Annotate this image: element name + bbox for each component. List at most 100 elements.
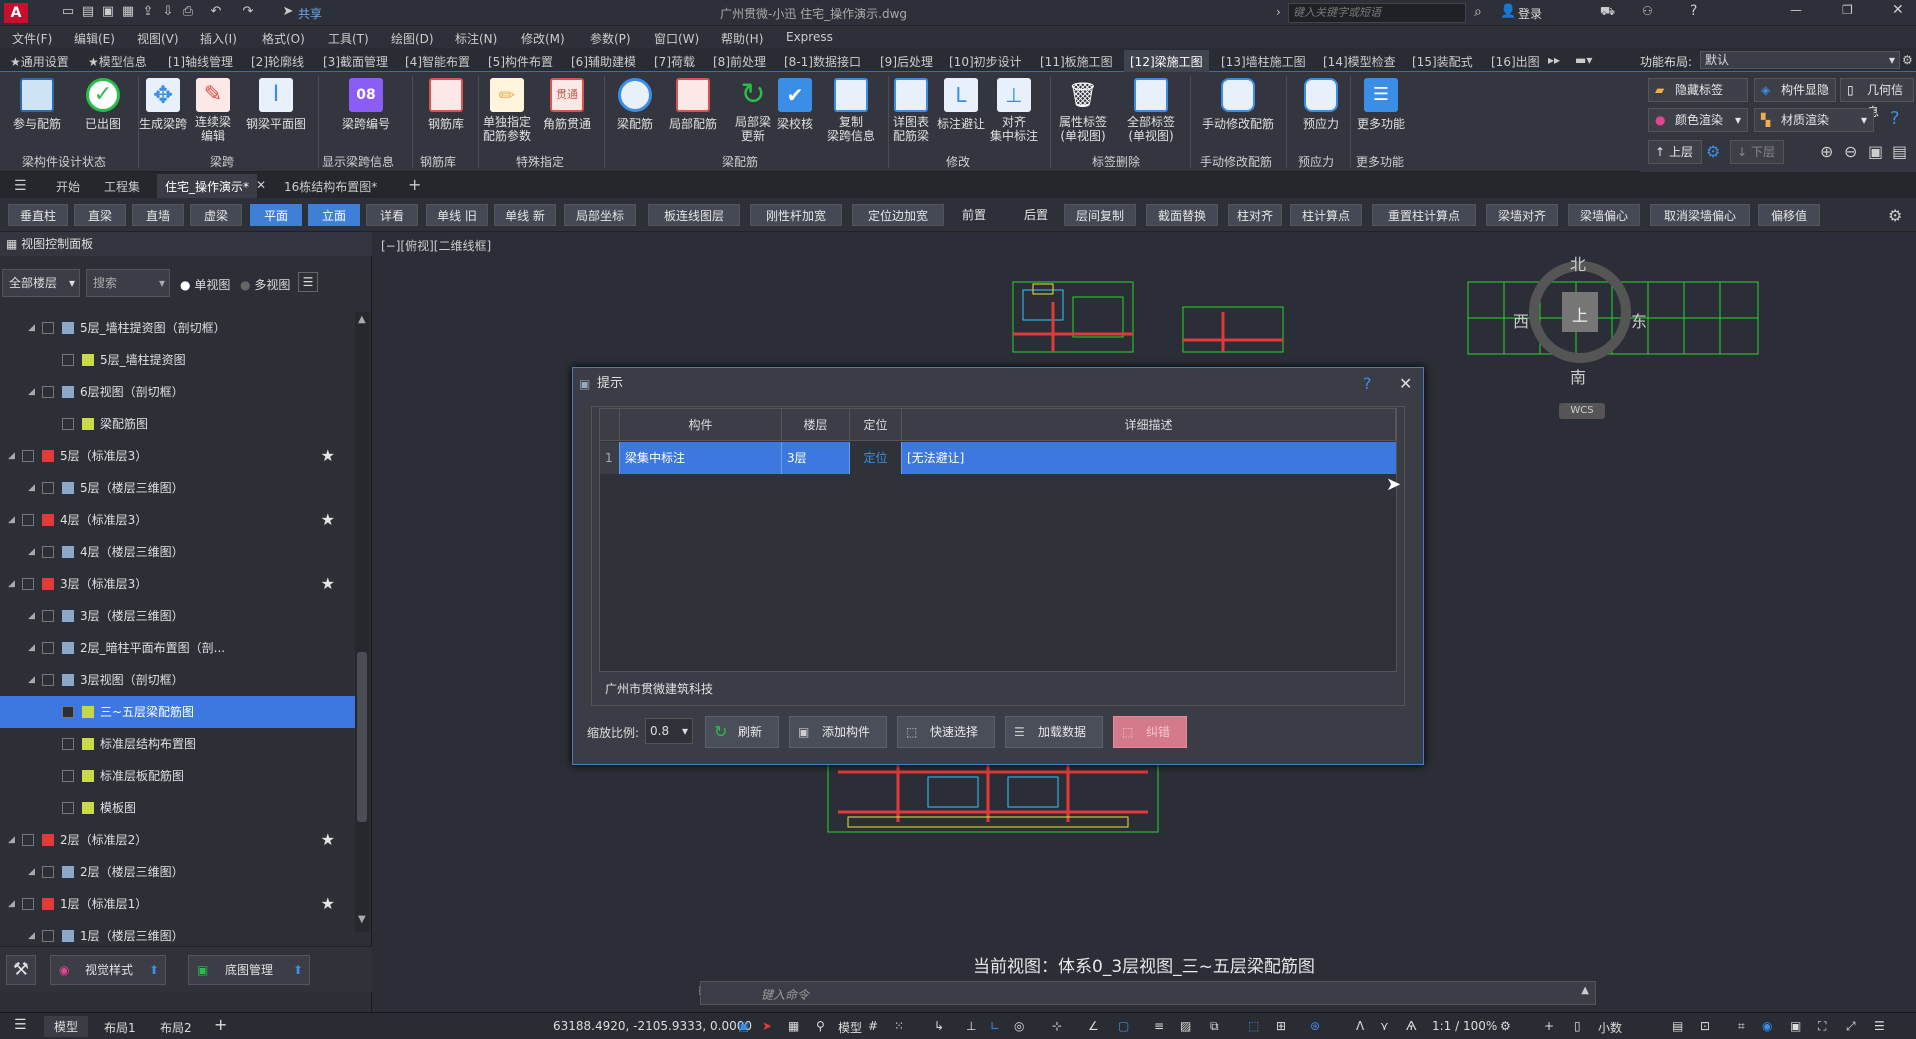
scroll-down-icon[interactable]: ▼ — [358, 914, 366, 925]
tree-item[interactable]: ◢ 5层（标准层3） ★ — [0, 440, 355, 472]
zoom-extent-icon[interactable]: ▤ — [1892, 142, 1907, 161]
app-logo[interactable]: A — [4, 3, 28, 23]
grid-icon[interactable]: # — [868, 1019, 878, 1033]
tree-item[interactable]: 模板图 — [0, 792, 355, 824]
down-floor-button[interactable]: ↓ 下层 — [1730, 140, 1784, 164]
visibility-checkbox[interactable] — [42, 386, 54, 398]
ribbon-tab[interactable]: [2]轮廓线 — [251, 53, 304, 70]
star-icon[interactable]: ★ — [321, 888, 335, 920]
tb-single-old[interactable]: 单线 旧 — [426, 204, 488, 226]
doc-tab[interactable]: 开始 — [56, 178, 80, 195]
grid-toggle-icon[interactable]: ▦ — [788, 1019, 799, 1033]
visibility-checkbox[interactable] — [42, 482, 54, 494]
units-icon[interactable]: ▯ — [1574, 1019, 1581, 1033]
tb-plan[interactable]: 平面 — [250, 204, 302, 226]
ribbon-tab[interactable]: [4]智能布置 — [405, 53, 470, 70]
zoom-window-icon[interactable]: ▣ — [1868, 142, 1883, 161]
print-icon[interactable]: ⎙ — [180, 4, 196, 20]
tb-floor-copy[interactable]: 层间复制 — [1064, 204, 1136, 226]
command-input[interactable]: 键入命令 — [761, 986, 809, 1003]
layout-tab-model[interactable]: 模型 — [44, 1016, 89, 1037]
expand-icon[interactable]: ◢ — [8, 888, 15, 920]
ribbon-btn-steel-plan[interactable]: I 钢梁平面图 — [240, 78, 312, 132]
tree-item[interactable]: ◢ 4层（标准层3） ★ — [0, 504, 355, 536]
compass-east[interactable]: 东 — [1631, 308, 1647, 332]
tree-item[interactable]: ◢ 3层视图（剖切框） — [0, 664, 355, 696]
expand-icon[interactable]: ◢ — [28, 920, 35, 952]
lock-ui-icon[interactable]: ⊡ — [1700, 1019, 1710, 1033]
ribbon-btn-beam-check[interactable]: ✔ 梁校核 — [764, 78, 826, 132]
3d-osnap-icon[interactable]: ⬚ — [1248, 1019, 1259, 1033]
save-icon[interactable]: ▣ — [100, 4, 116, 20]
menu-view[interactable]: 视图(V) — [137, 30, 179, 47]
tab-toggle-icon[interactable]: ▬▾ — [1575, 53, 1592, 67]
ribbon-btn-all-label-del[interactable]: 全部标签 (单视图) — [1118, 78, 1184, 143]
dialog-title-bar[interactable]: ▣ 提示 ? ✕ — [573, 368, 1423, 400]
ribbon-btn-drawn[interactable]: ✓ 已出图 — [72, 78, 134, 132]
user-icon[interactable]: 👤 — [1500, 4, 1516, 19]
tb-beam-wall-eccentric[interactable]: 梁墙偏心 — [1568, 204, 1640, 226]
zoom-out-icon[interactable]: ⊖ — [1844, 142, 1857, 161]
visibility-checkbox[interactable] — [22, 578, 34, 590]
auto-scale-icon[interactable]: ⋎ — [1380, 1019, 1389, 1033]
layout-tab[interactable]: 布局2 — [160, 1019, 192, 1036]
osnap-icon[interactable]: ◎ — [1014, 1019, 1024, 1033]
table-header[interactable]: 构件 — [620, 409, 782, 441]
cart-icon[interactable]: ⛟ — [1600, 4, 1615, 20]
fullscreen-icon[interactable]: ⤢ — [1846, 1019, 1856, 1034]
show-hide-button[interactable]: ◈ 构件显隐 — [1754, 78, 1836, 102]
quick-properties-icon[interactable]: ▤ — [1672, 1019, 1683, 1033]
snap-mode-icon[interactable]: ⁙ — [894, 1019, 904, 1033]
account-icon[interactable]: ⚇ — [1642, 4, 1653, 18]
tree-item[interactable]: ◢ 3层（楼层三维图） — [0, 600, 355, 632]
visibility-checkbox[interactable] — [42, 546, 54, 558]
tree-item[interactable]: 标准层结构布置图 — [0, 728, 355, 760]
visibility-checkbox[interactable] — [42, 610, 54, 622]
ribbon-tab[interactable]: [13]墙柱施工图 — [1221, 53, 1306, 70]
expand-icon[interactable]: ◢ — [28, 376, 35, 408]
ribbon-btn-participate-rebar[interactable]: 参与配筋 — [6, 78, 68, 132]
wcs-button[interactable]: WCS — [1559, 403, 1605, 419]
refresh-button[interactable]: ↻ 刷新 — [705, 716, 779, 748]
doc-tab-active[interactable]: 住宅_操作演示* — [157, 174, 258, 199]
star-icon[interactable]: ★ — [321, 568, 335, 600]
expand-icon[interactable]: ◢ — [28, 856, 35, 888]
layout-tab[interactable]: 布局1 — [104, 1019, 136, 1036]
ribbon-tab-active[interactable]: [12]梁施工图 — [1124, 50, 1209, 73]
ribbon-tab[interactable]: [8-1]数据接口 — [784, 53, 861, 70]
customize-icon[interactable]: ☰ — [1874, 1019, 1885, 1033]
more-tabs-icon[interactable]: ▸▸ — [1548, 53, 1560, 67]
chevron-right-icon[interactable]: › — [1276, 5, 1281, 19]
tree-item[interactable]: ◢ 2层_暗柱平面布置图（剖... — [0, 632, 355, 664]
help-icon[interactable]: ? — [1363, 368, 1372, 400]
menu-modify[interactable]: 修改(M) — [521, 30, 565, 47]
tree-item[interactable]: 三~五层梁配筋图 — [0, 696, 355, 728]
compass-west[interactable]: 西 — [1513, 308, 1529, 332]
scrollbar-thumb[interactable] — [357, 652, 367, 822]
tb-column-align[interactable]: 柱对齐 — [1228, 204, 1282, 226]
ribbon-group-label[interactable]: 显示梁跨信息 — [322, 153, 394, 170]
locate-button[interactable]: 定位 — [850, 442, 902, 474]
star-icon[interactable]: ★ — [321, 440, 335, 472]
visibility-checkbox[interactable] — [42, 674, 54, 686]
coordinates[interactable]: 63188.4920, -2105.9333, 0.0000 — [553, 1019, 752, 1033]
visibility-checkbox[interactable] — [62, 802, 74, 814]
menu-icon[interactable]: ☰ — [14, 178, 27, 194]
tree-item[interactable]: ◢ 3层（标准层3） ★ — [0, 568, 355, 600]
base-map-button[interactable]: ▣ 底图管理 ⬆ — [188, 955, 310, 985]
tb-elevation[interactable]: 立面 — [308, 204, 360, 226]
help-circle-icon[interactable]: ? — [1890, 108, 1900, 129]
tb-bring-front[interactable]: 前置 — [940, 204, 994, 226]
visibility-checkbox[interactable] — [22, 834, 34, 846]
ribbon-btn-prestress[interactable]: 预应力 — [1290, 78, 1352, 132]
star-icon[interactable]: ★ — [321, 504, 335, 536]
tb-send-back[interactable]: 后置 — [1002, 204, 1056, 226]
gizmo-icon[interactable]: ⊛ — [1310, 1019, 1320, 1033]
ribbon-btn-span-number[interactable]: 08 梁跨编号 — [335, 78, 397, 132]
tb-cancel-eccentric[interactable]: 取消梁墙偏心 — [1650, 204, 1750, 226]
share-button[interactable]: 共享 — [298, 5, 322, 22]
ribbon-tab[interactable]: [1]轴线管理 — [168, 53, 233, 70]
menu-insert[interactable]: 插入(I) — [200, 30, 237, 47]
ribbon-btn-copy-span[interactable]: 复制 梁跨信息 — [818, 78, 884, 143]
close-icon[interactable]: ✕ — [1892, 2, 1904, 18]
